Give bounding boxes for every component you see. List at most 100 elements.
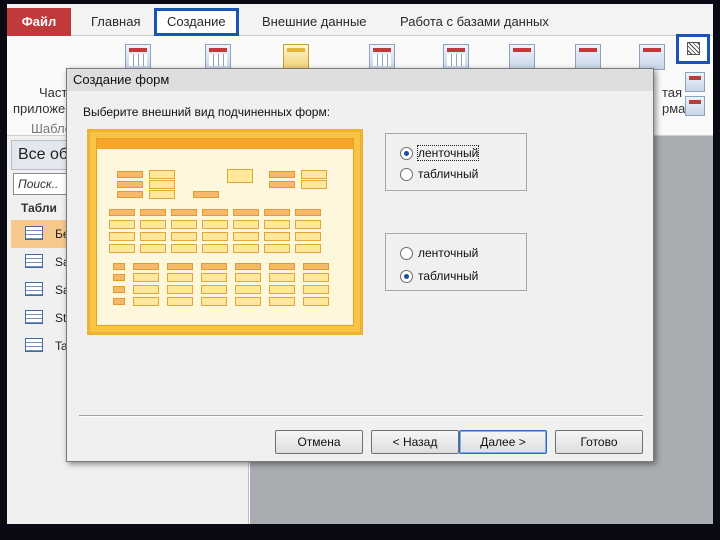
preview-cell: [202, 232, 228, 241]
query-design-icon[interactable]: [443, 44, 469, 70]
preview-column-header: [235, 263, 261, 270]
preview-cell: [303, 297, 329, 306]
more-forms-icon[interactable]: [685, 72, 705, 92]
app-parts-label-2[interactable]: приложе: [13, 100, 65, 117]
option-label: табличный: [418, 269, 479, 283]
preview-cell: [109, 220, 135, 229]
preview-cell: [264, 220, 290, 229]
navigation-icon[interactable]: [685, 96, 705, 116]
radio-unselected[interactable]: [400, 247, 413, 260]
preview-cell: [269, 297, 295, 306]
table-icon: [25, 310, 43, 324]
preview-cell: [109, 232, 135, 241]
preview-cell: [133, 297, 159, 306]
table-icon: [25, 226, 43, 240]
form-wizard-highlight[interactable]: [676, 34, 710, 64]
preview-header-bar: [97, 139, 353, 149]
tab-create[interactable]: Создание: [154, 8, 239, 36]
form-wizard-dialog: Создание форм Выберите внешний вид подчи…: [66, 68, 654, 462]
preview-cell: [235, 273, 261, 282]
main-form-layout-group: ленточный табличный: [385, 133, 527, 191]
preview-cell: [233, 220, 259, 229]
preview-cell: [167, 273, 193, 282]
preview-cell: [303, 273, 329, 282]
tab-home[interactable]: Главная: [81, 8, 150, 36]
option-table-sub[interactable]: табличный: [400, 267, 478, 285]
preview-column-header: [171, 209, 197, 216]
option-label: ленточный: [418, 246, 479, 260]
preview-column-header: [303, 263, 329, 270]
preview-row-selector: [113, 263, 125, 270]
table-icon[interactable]: [125, 44, 151, 70]
preview-field: [301, 170, 327, 179]
table-design-icon[interactable]: [205, 44, 231, 70]
option-label: ленточный: [416, 145, 480, 161]
dialog-separator: [79, 415, 643, 417]
preview-cell: [167, 297, 193, 306]
preview-cell: [201, 297, 227, 306]
nav-item-label: St: [55, 311, 67, 325]
preview-cell: [140, 244, 166, 253]
preview-field: [149, 190, 175, 199]
preview-cell: [295, 244, 321, 253]
ribbon-tab-bar: Файл Главная Создание Внешние данные Раб…: [7, 4, 713, 36]
blank-form-icon[interactable]: [639, 44, 665, 70]
finish-button[interactable]: Готово: [555, 430, 643, 454]
preview-field: [149, 170, 175, 179]
back-button[interactable]: < Назад: [371, 430, 459, 454]
preview-cell: [109, 244, 135, 253]
preview-cell: [140, 232, 166, 241]
preview-column-header: [233, 209, 259, 216]
tab-file[interactable]: Файл: [7, 8, 71, 36]
form-icon[interactable]: [509, 44, 535, 70]
preview-label: [117, 181, 143, 188]
table-icon: [25, 282, 43, 296]
option-ribbon-main[interactable]: ленточный: [400, 144, 480, 162]
preview-cell: [233, 244, 259, 253]
app-parts-label[interactable]: Част: [39, 84, 67, 101]
preview-cell: [167, 285, 193, 294]
preview-cell: [264, 244, 290, 253]
preview-label: [117, 191, 143, 198]
preview-cell: [269, 285, 295, 294]
preview-cell: [171, 220, 197, 229]
screen: Файл Главная Создание Внешние данные Раб…: [0, 0, 720, 540]
preview-field: [149, 180, 175, 189]
preview-column-header: [264, 209, 290, 216]
option-label: табличный: [418, 167, 479, 181]
preview-cell: [171, 232, 197, 241]
radio-unselected[interactable]: [400, 168, 413, 181]
option-table-main[interactable]: табличный: [400, 165, 478, 183]
form-design-icon[interactable]: [575, 44, 601, 70]
preview-cell: [233, 232, 259, 241]
query-wizard-icon[interactable]: [369, 44, 395, 70]
preview-cell: [201, 273, 227, 282]
dialog-title: Создание форм: [67, 69, 653, 91]
tab-external-data[interactable]: Внешние данные: [252, 8, 377, 36]
radio-selected[interactable]: [400, 147, 413, 160]
table-icon: [25, 254, 43, 268]
list-icon[interactable]: [283, 44, 309, 70]
next-button[interactable]: Далее >: [459, 430, 547, 454]
preview-label: [269, 181, 295, 188]
preview-cell: [264, 232, 290, 241]
blank-form-label[interactable]: тая: [662, 84, 682, 101]
preview-cell: [295, 232, 321, 241]
preview-row-selector: [113, 286, 125, 293]
tab-database-tools[interactable]: Работа с базами данных: [390, 8, 559, 36]
table-icon: [25, 338, 43, 352]
preview-cell: [303, 285, 329, 294]
preview-row-selector: [113, 274, 125, 281]
preview-cell: [235, 285, 261, 294]
preview-cell: [269, 273, 295, 282]
blank-form-label-2[interactable]: рма: [662, 100, 685, 117]
preview-label: [269, 171, 295, 178]
preview-cell: [295, 220, 321, 229]
cancel-button[interactable]: Отмена: [275, 430, 363, 454]
preview-field: [227, 169, 253, 183]
preview-cell: [171, 244, 197, 253]
radio-selected[interactable]: [400, 270, 413, 283]
preview-row-selector: [113, 298, 125, 305]
option-ribbon-sub[interactable]: ленточный: [400, 244, 478, 262]
preview-column-header: [202, 209, 228, 216]
